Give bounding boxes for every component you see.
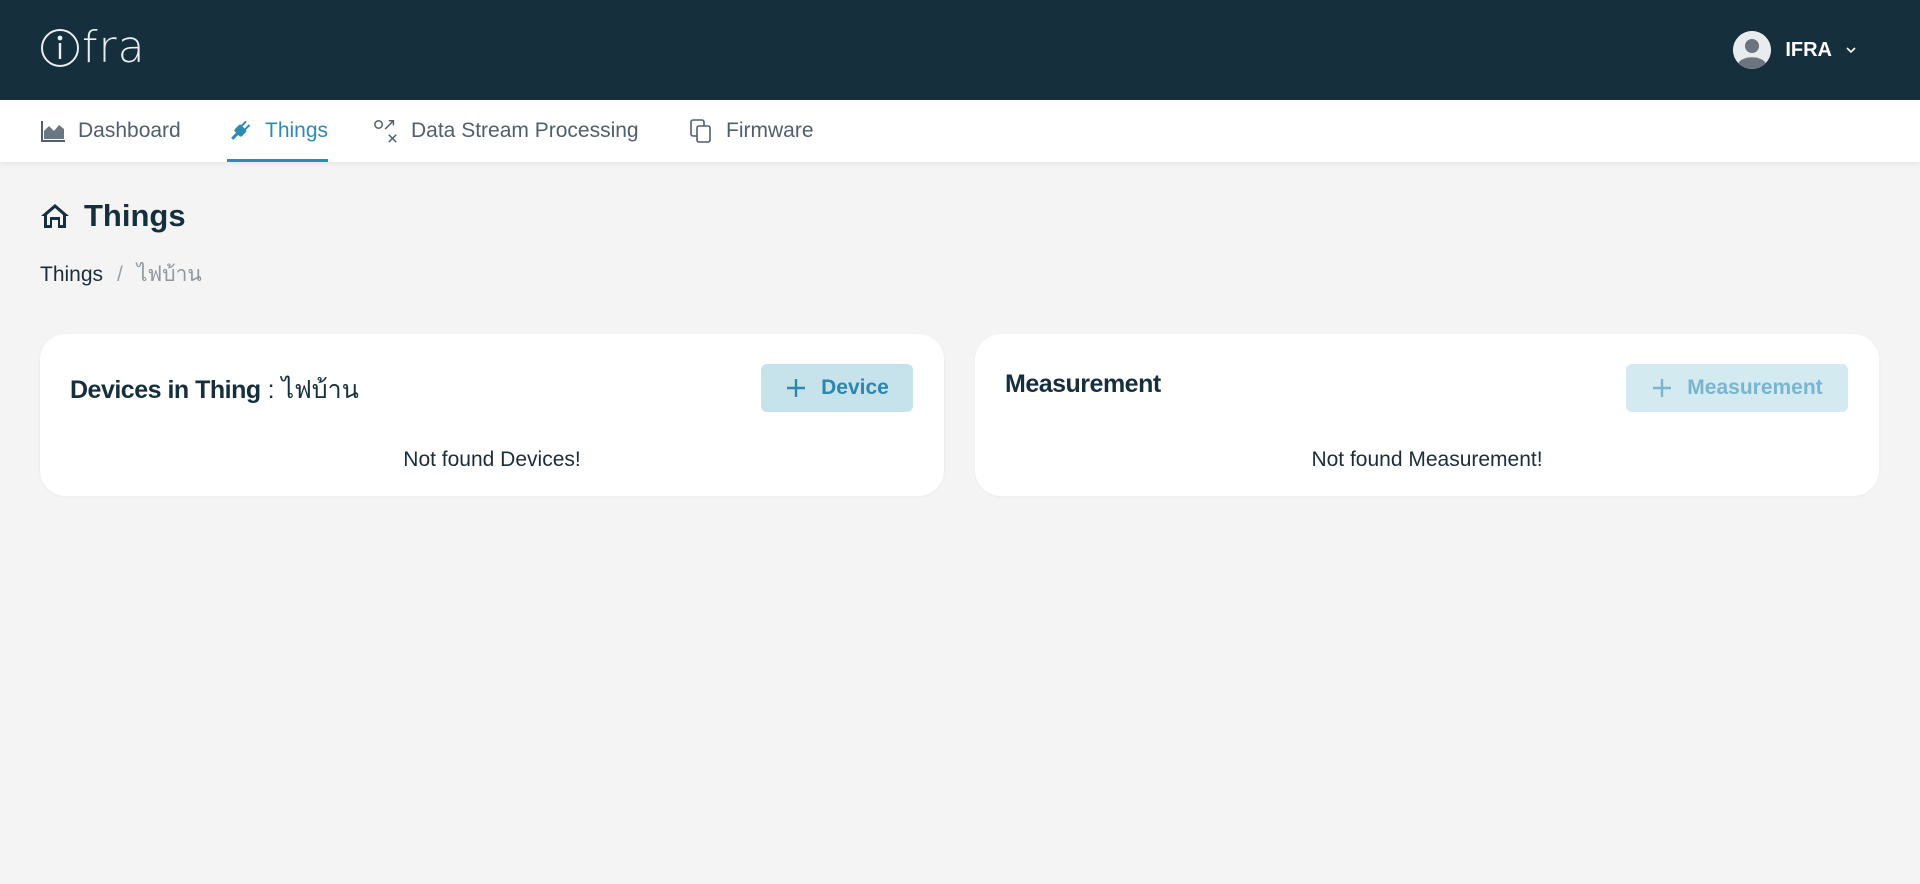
plus-icon: [1653, 379, 1672, 397]
user-menu[interactable]: IFRA: [1733, 30, 1856, 70]
plug-icon: [227, 118, 253, 144]
home-icon: [41, 204, 69, 228]
nav-item-firmware[interactable]: Firmware: [688, 100, 814, 162]
measurement-card-title: Measurement: [1005, 370, 1161, 399]
measurement-card: Measurement Measurement Not found Measur…: [975, 334, 1879, 496]
copy-icon: [688, 118, 714, 144]
main-nav: Dashboard Things Data Stream Processing: [0, 100, 1920, 162]
area-chart-icon: [40, 118, 66, 144]
devices-card: Devices in Thing : ไฟบ้าน Device Not fou…: [40, 334, 944, 496]
add-device-label: Device: [821, 376, 889, 399]
add-measurement-button[interactable]: Measurement: [1626, 364, 1848, 412]
breadcrumb-things-link[interactable]: Things: [40, 263, 103, 287]
nav-label-things: Things: [265, 119, 329, 142]
add-measurement-label: Measurement: [1687, 376, 1823, 399]
nav-label-firmware: Firmware: [726, 119, 814, 142]
app-logo[interactable]: fra: [40, 20, 150, 76]
plus-icon: [787, 379, 806, 397]
devices-title-separator: :: [260, 376, 282, 404]
measurement-title-label: Measurement: [1005, 370, 1161, 398]
devices-title-label: Devices in Thing: [70, 376, 261, 404]
transform-icon: [373, 118, 399, 144]
nav-item-things[interactable]: Things: [227, 100, 329, 162]
devices-empty-message: Not found Devices!: [403, 448, 581, 471]
logo-i-icon: [41, 29, 79, 67]
avatar-icon: [1733, 31, 1772, 69]
logo-text: fra: [82, 22, 146, 73]
devices-card-title: Devices in Thing : ไฟบ้าน: [70, 370, 359, 410]
page-title: Things: [84, 198, 186, 233]
devices-thing-name: ไฟบ้าน: [281, 376, 359, 404]
breadcrumb-current: ไฟบ้าน: [136, 263, 202, 286]
nav-label-data-stream-processing: Data Stream Processing: [411, 119, 639, 142]
top-header: fra IFRA: [0, 0, 1920, 100]
breadcrumb-separator: /: [117, 262, 123, 286]
nav-item-dashboard[interactable]: Dashboard: [40, 100, 181, 162]
nav-label-dashboard: Dashboard: [78, 119, 181, 142]
user-name: IFRA: [1785, 38, 1832, 61]
chevron-down-icon: [1846, 47, 1856, 54]
nav-item-data-stream-processing[interactable]: Data Stream Processing: [373, 100, 639, 162]
page-header: Things: [40, 198, 186, 234]
measurement-empty-message: Not found Measurement!: [1311, 448, 1543, 471]
breadcrumb: Things / ไฟบ้าน: [40, 258, 202, 291]
add-device-button[interactable]: Device: [761, 364, 913, 412]
